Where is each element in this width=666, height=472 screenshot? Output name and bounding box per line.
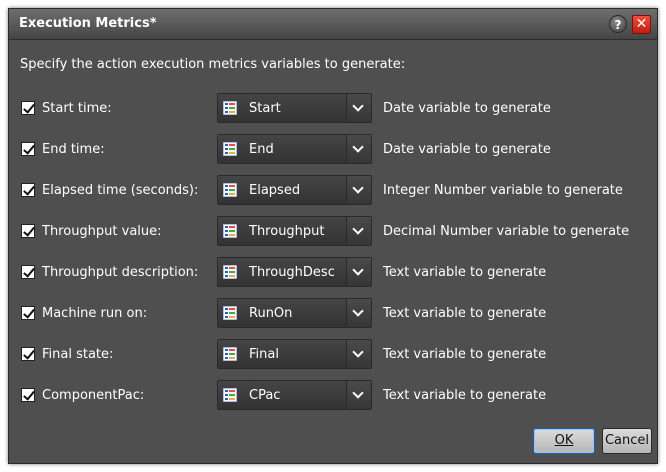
variable-list-icon	[223, 142, 237, 156]
metric-row-end-time: End time: End Date variable to generate	[9, 133, 657, 165]
help-icon[interactable]: ?	[609, 15, 627, 33]
start-time-label: Start time:	[42, 101, 112, 116]
chevron-down-icon[interactable]	[346, 176, 371, 204]
combo-value: Start	[249, 101, 281, 116]
combo-field[interactable]: Throughput	[218, 217, 347, 245]
throughput-value-combo[interactable]: Throughput	[217, 216, 372, 246]
throughput-value-checkbox[interactable]	[21, 224, 35, 238]
metric-row-throughput-value: Throughput value: Throughput Decimal Num…	[9, 215, 657, 247]
variable-list-icon	[223, 265, 237, 279]
combo-field[interactable]: ThroughDesc	[218, 258, 347, 286]
combo-value: End	[249, 142, 274, 157]
execution-metrics-dialog: Execution Metrics* ? ✕ Specify the actio…	[8, 8, 658, 464]
throughput-description-checkbox[interactable]	[21, 265, 35, 279]
throughput-description-label: Throughput description:	[42, 265, 199, 280]
cancel-button[interactable]: Cancel	[602, 428, 652, 454]
chevron-down-icon[interactable]	[346, 340, 371, 368]
machine-run-on-combo[interactable]: RunOn	[217, 298, 372, 328]
metric-row-throughput-description: Throughput description: ThroughDesc Text…	[9, 256, 657, 288]
dialog-title: Execution Metrics*	[19, 16, 157, 31]
elapsed-time-combo[interactable]: Elapsed	[217, 175, 372, 205]
combo-field[interactable]: Start	[218, 94, 347, 122]
elapsed-time-checkbox[interactable]	[21, 183, 35, 197]
combo-value: CPac	[249, 388, 281, 403]
combo-value: Throughput	[249, 224, 325, 239]
final-state-combo[interactable]: Final	[217, 339, 372, 369]
variable-list-icon	[223, 388, 237, 402]
title-bar[interactable]: Execution Metrics* ? ✕	[9, 9, 657, 40]
chevron-down-icon[interactable]	[346, 135, 371, 163]
chevron-down-icon[interactable]	[346, 258, 371, 286]
combo-field[interactable]: RunOn	[218, 299, 347, 327]
combo-value: ThroughDesc	[249, 265, 335, 280]
variable-list-icon	[223, 224, 237, 238]
machine-run-on-checkbox[interactable]	[21, 306, 35, 320]
metric-row-component-pac: ComponentPac: CPac Text variable to gene…	[9, 379, 657, 411]
component-pac-description: Text variable to generate	[383, 388, 547, 403]
metric-row-start-time: Start time: Start Date variable to gener…	[9, 92, 657, 124]
chevron-down-icon[interactable]	[346, 299, 371, 327]
variable-list-icon	[223, 347, 237, 361]
machine-run-on-description: Text variable to generate	[383, 306, 547, 321]
machine-run-on-label: Machine run on:	[42, 306, 148, 321]
close-icon[interactable]: ✕	[632, 15, 651, 34]
end-time-checkbox[interactable]	[21, 142, 35, 156]
combo-value: Elapsed	[249, 183, 301, 198]
component-pac-label: ComponentPac:	[42, 388, 145, 403]
metric-row-machine-run-on: Machine run on: RunOn Text variable to g…	[9, 297, 657, 329]
chevron-down-icon[interactable]	[346, 94, 371, 122]
elapsed-time-description: Integer Number variable to generate	[383, 183, 623, 198]
ok-button[interactable]: OK	[533, 428, 595, 454]
metric-row-final-state: Final state: Final Text variable to gene…	[9, 338, 657, 370]
instructions-text: Specify the action execution metrics var…	[20, 57, 406, 72]
component-pac-combo[interactable]: CPac	[217, 380, 372, 410]
final-state-description: Text variable to generate	[383, 347, 547, 362]
combo-field[interactable]: Elapsed	[218, 176, 347, 204]
start-time-combo[interactable]: Start	[217, 93, 372, 123]
final-state-label: Final state:	[42, 347, 114, 362]
component-pac-checkbox[interactable]	[21, 388, 35, 402]
combo-field[interactable]: Final	[218, 340, 347, 368]
ok-button-label: OK	[554, 433, 574, 448]
variable-list-icon	[223, 183, 237, 197]
end-time-combo[interactable]: End	[217, 134, 372, 164]
metric-row-elapsed-time: Elapsed time (seconds): Elapsed Integer …	[9, 174, 657, 206]
final-state-checkbox[interactable]	[21, 347, 35, 361]
combo-field[interactable]: End	[218, 135, 347, 163]
throughput-value-description: Decimal Number variable to generate	[383, 224, 630, 239]
throughput-description-description: Text variable to generate	[383, 265, 547, 280]
chevron-down-icon[interactable]	[346, 217, 371, 245]
end-time-label: End time:	[42, 142, 105, 157]
throughput-description-combo[interactable]: ThroughDesc	[217, 257, 372, 287]
variable-list-icon	[223, 306, 237, 320]
variable-list-icon	[223, 101, 237, 115]
elapsed-time-label: Elapsed time (seconds):	[42, 183, 199, 198]
combo-value: RunOn	[249, 306, 293, 321]
start-time-description: Date variable to generate	[383, 101, 551, 116]
start-time-checkbox[interactable]	[21, 101, 35, 115]
throughput-value-label: Throughput value:	[42, 224, 162, 239]
combo-field[interactable]: CPac	[218, 381, 347, 409]
combo-value: Final	[249, 347, 279, 362]
chevron-down-icon[interactable]	[346, 381, 371, 409]
end-time-description: Date variable to generate	[383, 142, 551, 157]
